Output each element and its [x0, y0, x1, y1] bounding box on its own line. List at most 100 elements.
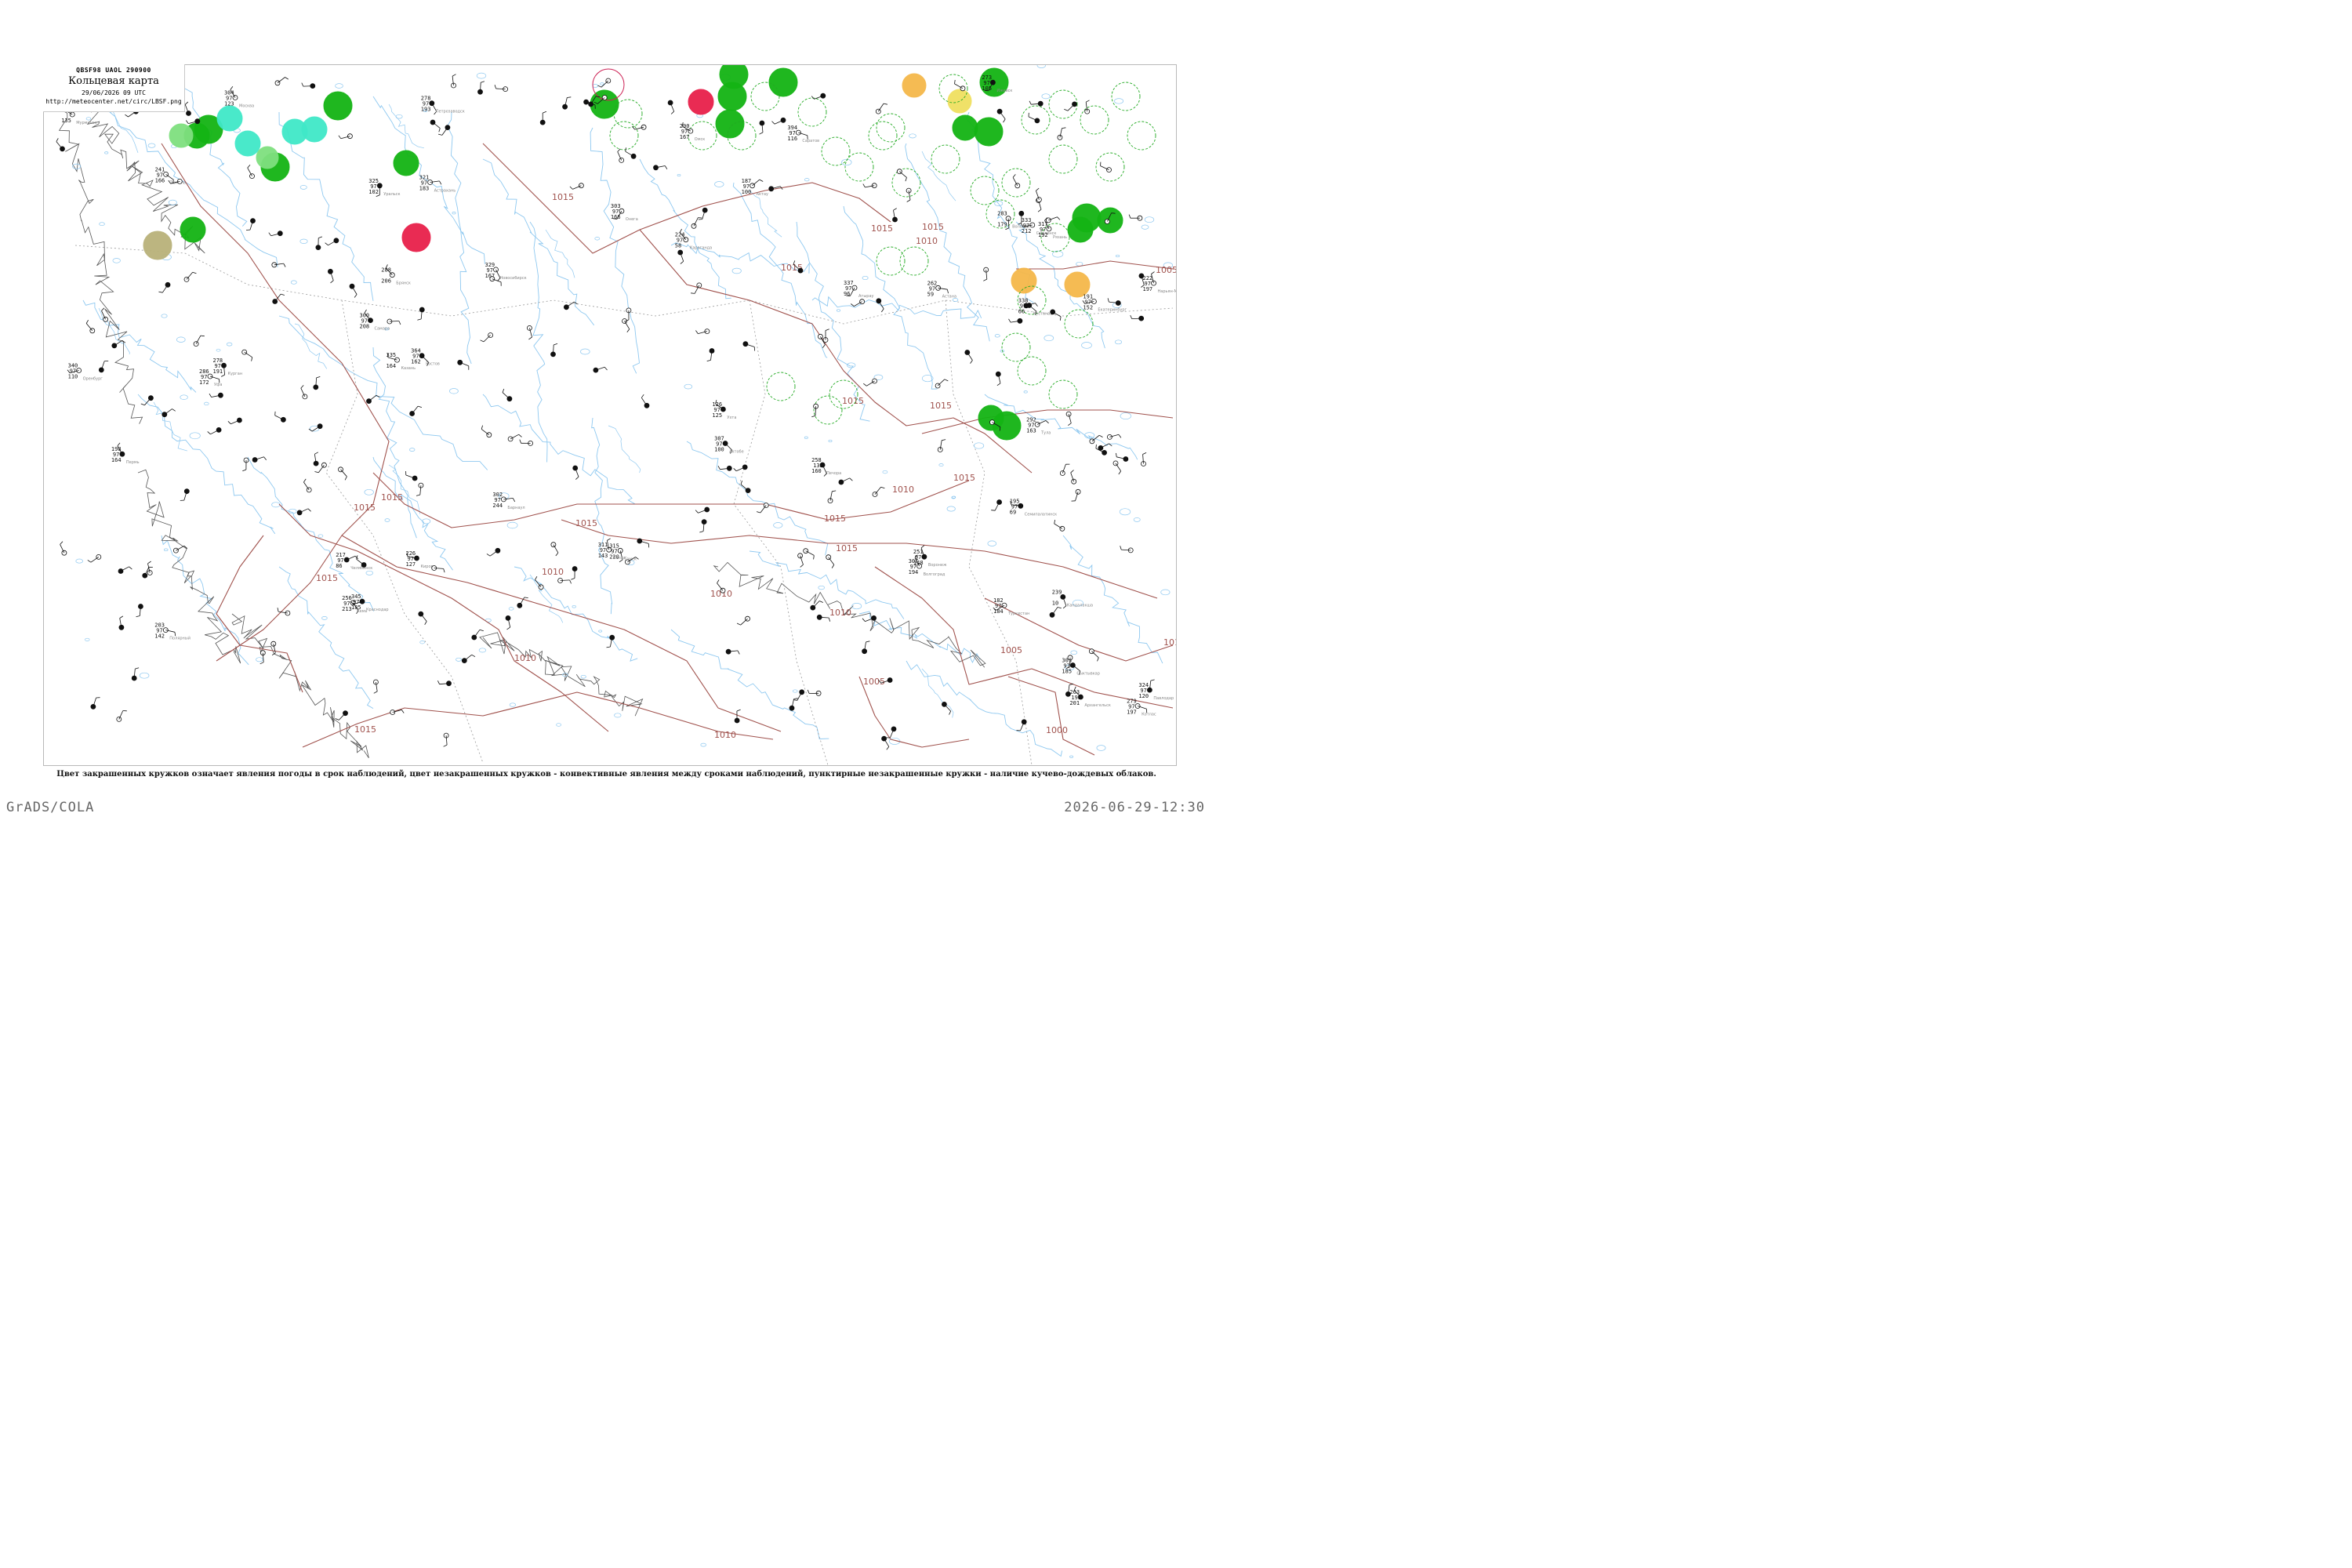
wind-barb-feather [733, 468, 737, 472]
wind-barb-feather [920, 545, 925, 549]
lake [75, 558, 83, 564]
isobar-label: 1015 [953, 473, 975, 483]
station-dew: 123 [224, 101, 234, 107]
wind-barb-feather [437, 681, 440, 684]
wind-barb-feather [129, 566, 132, 570]
station-plot [1107, 434, 1122, 440]
coastline [479, 632, 644, 717]
river-tributary [749, 190, 782, 238]
rain-weather-circle [590, 89, 619, 119]
station-plot [431, 565, 445, 573]
station-name: Курган [228, 372, 243, 376]
station-plot [862, 183, 877, 189]
station-plot: 32497120 Павлодар [1138, 679, 1174, 701]
station-name: Волгоград [924, 572, 946, 577]
station-dew: 69 [1010, 509, 1016, 515]
isobar-label: 1005 [1156, 265, 1176, 275]
station-name: Архангельск [1084, 703, 1111, 708]
station-plot [797, 553, 804, 568]
station-plot [569, 183, 584, 190]
lake [1141, 224, 1149, 230]
map-header: QBSF98 UAOL 290900 Кольцевая карта 29/06… [43, 64, 185, 112]
wind-barb-feather [452, 74, 456, 77]
cb-cloud-ring [813, 395, 843, 425]
station-plot [461, 654, 476, 663]
wind-barb-feather [207, 431, 211, 435]
station-plot: 239 10 Кандалакша [1052, 589, 1093, 609]
cb-cloud-ring [797, 97, 827, 127]
smoke-weather-circle [947, 89, 972, 114]
lake [1052, 250, 1064, 258]
lake [1144, 216, 1155, 223]
wind-barb-shaft [1029, 305, 1037, 312]
wind-barb-feather [759, 179, 764, 182]
station-plot [896, 169, 907, 182]
station-pressure: 283 [997, 211, 1007, 217]
wind-barb-feather [811, 415, 816, 418]
wind-barb-feather [325, 242, 328, 246]
river-line [906, 660, 1063, 757]
station-dew: 172 [199, 379, 209, 386]
lake [1114, 339, 1123, 345]
wind-barb-feather [991, 510, 996, 511]
station-name: Астрахань [434, 189, 456, 194]
station-plot [557, 578, 572, 584]
station-plot [116, 710, 127, 722]
lake [598, 630, 603, 633]
station-name: Воронеж [928, 563, 947, 568]
wind-barb-shaft [389, 321, 399, 322]
wind-barb-feather [528, 336, 532, 340]
wind-barb-feather [300, 385, 304, 389]
station-plot [571, 566, 578, 580]
wind-barb-feather [480, 339, 485, 343]
station-name: Оренбург [83, 377, 103, 382]
station-plot [245, 218, 256, 230]
wind-barb-feather [471, 654, 476, 658]
station-plot: 20397142 Полярный [154, 622, 191, 641]
wind-barb-feather [506, 626, 510, 630]
drizzle-weather-circle [169, 123, 194, 148]
station-plot [725, 648, 740, 655]
wind-barb-shaft [740, 618, 748, 626]
river-line [529, 221, 548, 463]
cb-cloud-ring [931, 144, 960, 174]
wind-barb-feather [87, 560, 92, 563]
lake [600, 82, 604, 85]
station-name: Челябинск [350, 566, 372, 571]
station-plot [1008, 318, 1023, 324]
wind-barb-feather [736, 622, 741, 626]
wind-barb-shaft [303, 481, 310, 491]
station-circle [1098, 445, 1104, 451]
rain-weather-circle [323, 91, 353, 121]
station-plot [87, 554, 102, 563]
station-plot [822, 328, 829, 343]
isobar-label: 1015 [575, 518, 597, 528]
wind-barb-feather [954, 79, 956, 84]
lake [112, 258, 121, 263]
wind-barb-feather [263, 456, 267, 460]
wind-barb-feather [221, 374, 225, 377]
lake [1160, 589, 1171, 596]
station-plot [180, 488, 190, 501]
wind-barb-shaft [641, 397, 648, 406]
wind-barb-feather [443, 744, 448, 747]
station-plot [471, 629, 484, 641]
station-plot [991, 499, 1002, 511]
lake [189, 432, 201, 440]
station-plot [667, 100, 675, 114]
lake [731, 267, 742, 274]
station-plot [811, 93, 826, 100]
cb-cloud-ring [1048, 379, 1078, 409]
station-plot [247, 164, 255, 180]
wind-barb-shaft [412, 405, 419, 414]
coastline [52, 93, 143, 424]
wind-barb-feather [970, 360, 973, 364]
wind-barb-feather [569, 579, 572, 584]
lake [1036, 65, 1046, 68]
station-plot [1130, 314, 1145, 321]
isobar-label: 1015 [871, 223, 893, 234]
isobar-label: 1015 [922, 222, 944, 232]
isobar-label: 1015 [381, 492, 403, 503]
lake [684, 383, 693, 390]
fog_mist-weather-circle [216, 105, 243, 132]
